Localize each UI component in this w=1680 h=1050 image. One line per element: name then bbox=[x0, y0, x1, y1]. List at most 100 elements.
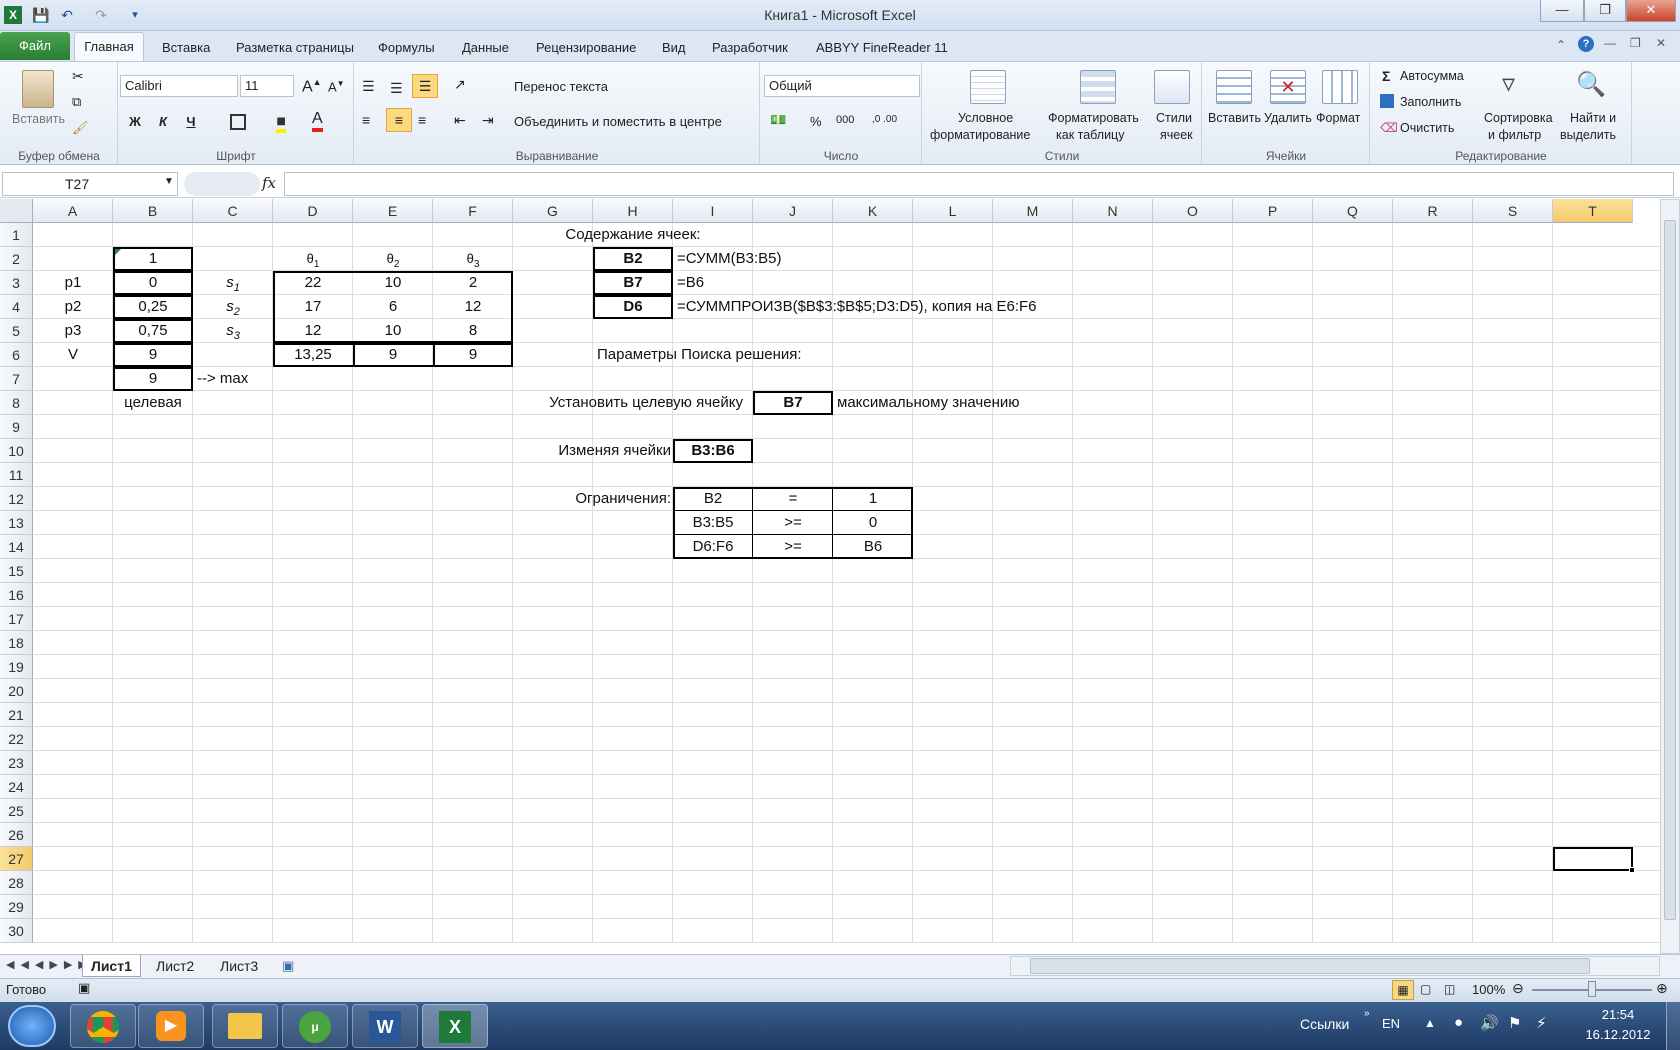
row-header-8[interactable]: 8 bbox=[0, 391, 33, 415]
column-header-o[interactable]: O bbox=[1153, 199, 1233, 223]
currency-format-icon[interactable]: 💵 bbox=[770, 112, 786, 128]
row-header-4[interactable]: 4 bbox=[0, 295, 33, 319]
wrap-text-button[interactable]: Перенос текста bbox=[514, 79, 608, 94]
row-header-15[interactable]: 15 bbox=[0, 559, 33, 583]
borders-icon[interactable] bbox=[230, 114, 246, 130]
name-box-dropdown-icon[interactable]: ▼ bbox=[164, 176, 174, 187]
column-header-d[interactable]: D bbox=[273, 199, 353, 223]
column-header-j[interactable]: J bbox=[753, 199, 833, 223]
row-header-9[interactable]: 9 bbox=[0, 415, 33, 439]
column-header-q[interactable]: Q bbox=[1313, 199, 1393, 223]
tab-formulas[interactable]: Формулы bbox=[368, 35, 445, 60]
row-header-28[interactable]: 28 bbox=[0, 871, 33, 895]
orientation-icon[interactable]: ↗ bbox=[454, 76, 466, 93]
cell-c5[interactable]: s3 bbox=[193, 319, 273, 343]
tab-data[interactable]: Данные bbox=[452, 35, 519, 60]
cell-h6[interactable]: Параметры Поиска решения: bbox=[593, 343, 913, 367]
show-desktop-button[interactable] bbox=[1666, 1002, 1680, 1050]
tab-abbyy[interactable]: ABBYY FineReader 11 bbox=[806, 35, 958, 60]
fill-button[interactable]: Заполнить bbox=[1400, 95, 1461, 109]
align-left-icon[interactable]: ≡ bbox=[362, 112, 370, 128]
excel-app-icon[interactable]: X bbox=[4, 6, 22, 24]
vertical-scroll-thumb[interactable] bbox=[1664, 220, 1676, 920]
maximize-button[interactable]: ❐ bbox=[1584, 0, 1626, 22]
cell-h10[interactable]: Изменяя ячейки bbox=[433, 439, 673, 463]
column-header-t[interactable]: T bbox=[1553, 199, 1633, 223]
row-header-14[interactable]: 14 bbox=[0, 535, 33, 559]
fill-handle[interactable] bbox=[1629, 867, 1635, 873]
cell-b6[interactable]: 9 bbox=[113, 343, 193, 367]
paste-button[interactable]: Вставить bbox=[12, 112, 65, 126]
cell-i10[interactable]: B3:B6 bbox=[673, 439, 753, 463]
row-header-11[interactable]: 11 bbox=[0, 463, 33, 487]
row-header-23[interactable]: 23 bbox=[0, 751, 33, 775]
zoom-slider-thumb[interactable] bbox=[1588, 981, 1596, 997]
format-table-label-1[interactable]: Форматировать bbox=[1048, 111, 1139, 125]
cell-h12[interactable]: Ограничения: bbox=[433, 487, 673, 511]
excel-taskbar-icon[interactable]: X bbox=[422, 1004, 488, 1048]
row-header-26[interactable]: 26 bbox=[0, 823, 33, 847]
find-select-label-1[interactable]: Найти и bbox=[1570, 111, 1616, 125]
sort-filter-label-1[interactable]: Сортировка bbox=[1484, 111, 1553, 125]
column-header-c[interactable]: C bbox=[193, 199, 273, 223]
close-button[interactable]: ✕ bbox=[1626, 0, 1676, 22]
cell-f2[interactable]: θ3 bbox=[433, 247, 513, 271]
row-header-7[interactable]: 7 bbox=[0, 367, 33, 391]
volume-tray-icon[interactable]: 🔊 bbox=[1480, 1014, 1499, 1032]
clock-time[interactable]: 21:54 bbox=[1580, 1007, 1656, 1022]
cell-a6[interactable]: V bbox=[33, 343, 113, 367]
column-header-n[interactable]: N bbox=[1073, 199, 1153, 223]
cell-a3[interactable]: p1 bbox=[33, 271, 113, 295]
row-header-21[interactable]: 21 bbox=[0, 703, 33, 727]
insert-cells-button[interactable]: Вставить bbox=[1208, 111, 1261, 125]
cell-b2[interactable]: 1 bbox=[113, 247, 193, 271]
row-header-30[interactable]: 30 bbox=[0, 919, 33, 943]
cell-a4[interactable]: p2 bbox=[33, 295, 113, 319]
tab-home[interactable]: Главная bbox=[74, 32, 144, 62]
macro-record-icon[interactable]: ▣ bbox=[78, 980, 90, 996]
align-middle-icon[interactable]: ☰ bbox=[390, 80, 403, 97]
doc-close-icon[interactable]: ✕ bbox=[1656, 36, 1666, 50]
cell-e2[interactable]: θ2 bbox=[353, 247, 433, 271]
row-header-12[interactable]: 12 bbox=[0, 487, 33, 511]
tab-page-layout[interactable]: Разметка страницы bbox=[226, 35, 364, 60]
column-header-f[interactable]: F bbox=[433, 199, 513, 223]
column-header-k[interactable]: K bbox=[833, 199, 913, 223]
taskbar-links-toolbar[interactable]: Ссылки bbox=[1300, 1016, 1349, 1032]
redo-icon[interactable]: ↷ bbox=[90, 4, 112, 26]
tab-developer[interactable]: Разработчик bbox=[702, 35, 798, 60]
align-bottom-icon[interactable]: ☰ bbox=[412, 74, 438, 98]
clock-date[interactable]: 16.12.2012 bbox=[1580, 1027, 1656, 1042]
column-header-h[interactable]: H bbox=[593, 199, 673, 223]
format-table-label-2[interactable]: как таблицу bbox=[1056, 128, 1124, 142]
font-color-icon[interactable]: A bbox=[312, 110, 323, 132]
cell-b7[interactable]: 9 bbox=[113, 367, 193, 391]
format-cells-button[interactable]: Формат bbox=[1316, 111, 1360, 125]
cell-i2[interactable]: =СУММ(B3:B5) bbox=[673, 247, 1153, 271]
percent-format-icon[interactable]: % bbox=[810, 114, 822, 129]
column-header-i[interactable]: I bbox=[673, 199, 753, 223]
cell-c3[interactable]: s1 bbox=[193, 271, 273, 295]
cell-h2[interactable]: B2 bbox=[593, 247, 673, 271]
bold-button[interactable]: Ж bbox=[124, 110, 146, 134]
word-taskbar-icon[interactable]: W bbox=[352, 1004, 418, 1048]
help-icon[interactable]: ? bbox=[1578, 36, 1594, 52]
undo-icon[interactable]: ↶ bbox=[56, 4, 78, 26]
row-header-25[interactable]: 25 bbox=[0, 799, 33, 823]
column-header-b[interactable]: B bbox=[113, 199, 193, 223]
save-icon[interactable]: 💾 bbox=[30, 4, 52, 26]
links-chevron-icon[interactable]: » bbox=[1364, 1008, 1370, 1019]
row-header-22[interactable]: 22 bbox=[0, 727, 33, 751]
sheet-tab-2[interactable]: Лист2 bbox=[148, 955, 202, 977]
cell-h8[interactable]: Установить целевую ячейку bbox=[433, 391, 749, 415]
format-painter-icon[interactable]: 🖌 bbox=[72, 120, 89, 136]
merge-center-button[interactable]: Объединить и поместить в центре bbox=[514, 114, 722, 129]
customize-qat-icon[interactable]: ▾ bbox=[124, 4, 146, 26]
italic-button[interactable]: К bbox=[152, 110, 174, 134]
column-header-m[interactable]: M bbox=[993, 199, 1073, 223]
power-tray-icon[interactable]: ⚡ bbox=[1536, 1014, 1547, 1032]
decrease-indent-icon[interactable]: ⇤ bbox=[454, 112, 466, 129]
row-header-18[interactable]: 18 bbox=[0, 631, 33, 655]
underline-button[interactable]: Ч bbox=[180, 110, 202, 134]
delete-cells-button[interactable]: Удалить bbox=[1264, 111, 1312, 125]
